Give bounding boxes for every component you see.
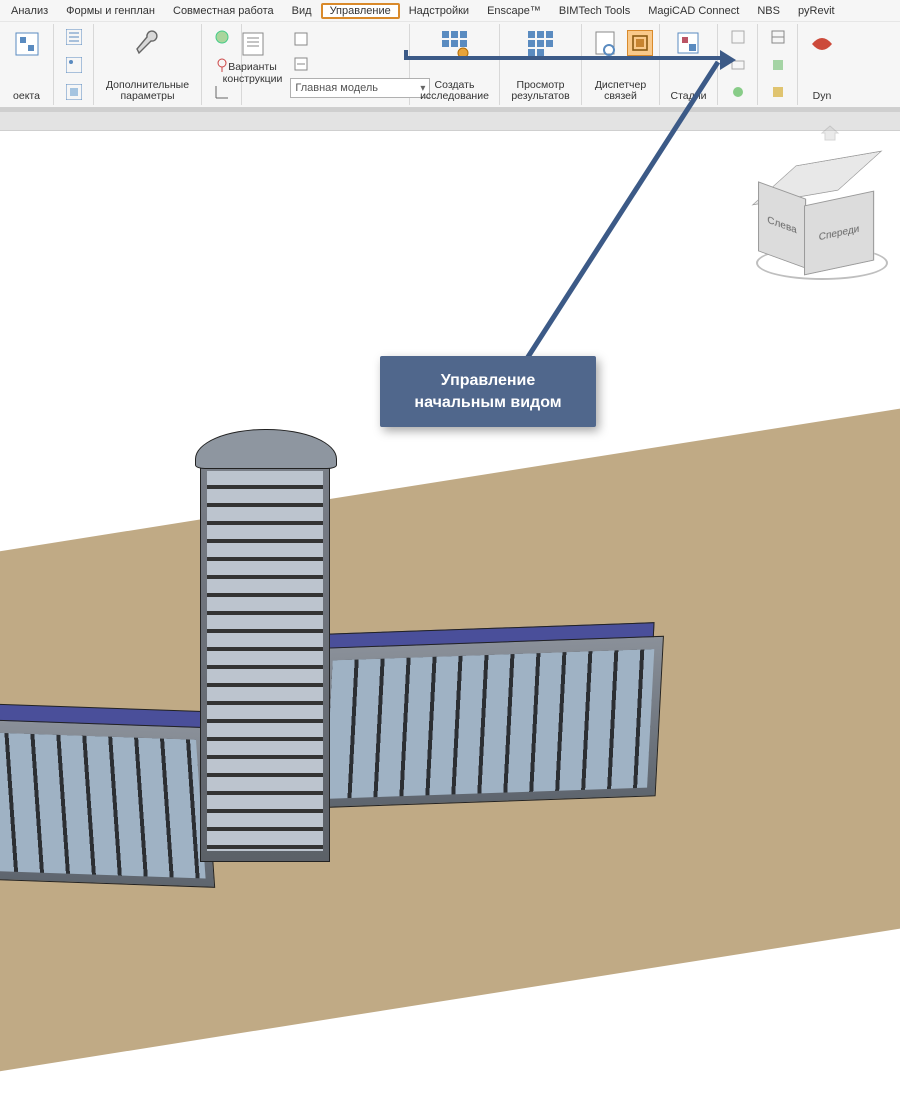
view-results-label: Просмотр результатов [511, 80, 569, 103]
menu-bimtech[interactable]: BIMTech Tools [550, 3, 639, 19]
menu-bar: Анализ Формы и генплан Совместная работа… [0, 0, 900, 22]
project-settings-button[interactable] [9, 26, 45, 62]
list3-icon[interactable] [63, 81, 85, 103]
misc3-icon[interactable] [727, 81, 749, 103]
panel-misc2 [758, 24, 798, 105]
list2-icon[interactable] [63, 54, 85, 76]
wrench-icon [132, 28, 164, 60]
panel-create-study: Создать исследование [410, 24, 500, 105]
results-grid-icon [525, 28, 557, 60]
menu-collab[interactable]: Совместная работа [164, 3, 283, 19]
settings-icon [11, 28, 43, 60]
menu-addins[interactable]: Надстройки [400, 3, 478, 19]
links-page-icon [590, 28, 622, 60]
add-params-button[interactable] [130, 26, 166, 62]
menu-manage[interactable]: Управление [321, 3, 400, 19]
create-study-button[interactable] [437, 26, 473, 62]
main-model-value: Главная модель [295, 82, 378, 94]
dynamo-label: Dyn [813, 91, 832, 103]
menu-analysis[interactable]: Анализ [2, 3, 57, 19]
panel-links: Диспетчер связей [582, 24, 660, 105]
dynamo-icon [806, 28, 838, 60]
panel-results: Просмотр результатов [500, 24, 582, 105]
panel-misc1 [718, 24, 758, 105]
panel-project-label: оекта [13, 91, 40, 103]
links-mgr-label: Диспетчер связей [595, 80, 646, 103]
design-options-label: Варианты конструкции [223, 62, 283, 85]
stages-icon [673, 28, 705, 60]
opt1-icon[interactable] [290, 28, 312, 50]
study-grid-icon [439, 28, 471, 60]
panel-project: оекта [0, 24, 54, 105]
panel-stages: Стадии [660, 24, 718, 105]
stages-label: Стадии [671, 91, 707, 103]
menu-enscape[interactable]: Enscape™ [478, 3, 550, 19]
panel-dynamo: Dyn [798, 24, 846, 105]
misc1-icon[interactable] [727, 26, 749, 48]
misc6-icon[interactable] [767, 81, 789, 103]
design-options-button[interactable]: Варианты конструкции [221, 26, 285, 87]
panel-small1 [54, 24, 94, 105]
create-study-label: Создать исследование [420, 80, 489, 103]
initial-view-button[interactable] [627, 30, 653, 56]
misc2-icon[interactable] [727, 54, 749, 76]
list1-icon[interactable] [63, 26, 85, 48]
misc4-icon[interactable] [767, 26, 789, 48]
menu-nbs[interactable]: NBS [748, 3, 789, 19]
callout-line2: начальным видом [414, 394, 561, 411]
options-page-icon [237, 28, 269, 60]
add-params-label: Дополнительные параметры [106, 80, 189, 103]
links-mgr-button[interactable] [588, 26, 624, 62]
view-canvas[interactable]: Слева Спереди [0, 108, 900, 900]
viewcube-face-front[interactable]: Спереди [804, 191, 874, 276]
stages-button[interactable] [671, 26, 707, 62]
view-results-button[interactable] [523, 26, 559, 62]
opt2-icon[interactable] [290, 53, 312, 75]
menu-pyrevit[interactable]: pyRevit [789, 3, 844, 19]
home-icon[interactable] [820, 124, 840, 142]
callout-tooltip: Управление начальным видом [380, 356, 596, 427]
menu-magicad[interactable]: MagiCAD Connect [639, 3, 748, 19]
viewcube[interactable]: Слева Спереди [762, 168, 882, 288]
menu-mass-site[interactable]: Формы и генплан [57, 3, 164, 19]
panel-design-options: Варианты конструкции Главная модель [242, 24, 410, 105]
menu-view[interactable]: Вид [283, 3, 321, 19]
dynamo-button[interactable] [804, 26, 840, 62]
callout-line1: Управление [441, 372, 536, 389]
building-model [0, 422, 720, 952]
panel-add-params: Дополнительные параметры [94, 24, 202, 105]
ribbon: оекта Дополнительные параметры Варианты … [0, 22, 900, 108]
misc5-icon[interactable] [767, 54, 789, 76]
